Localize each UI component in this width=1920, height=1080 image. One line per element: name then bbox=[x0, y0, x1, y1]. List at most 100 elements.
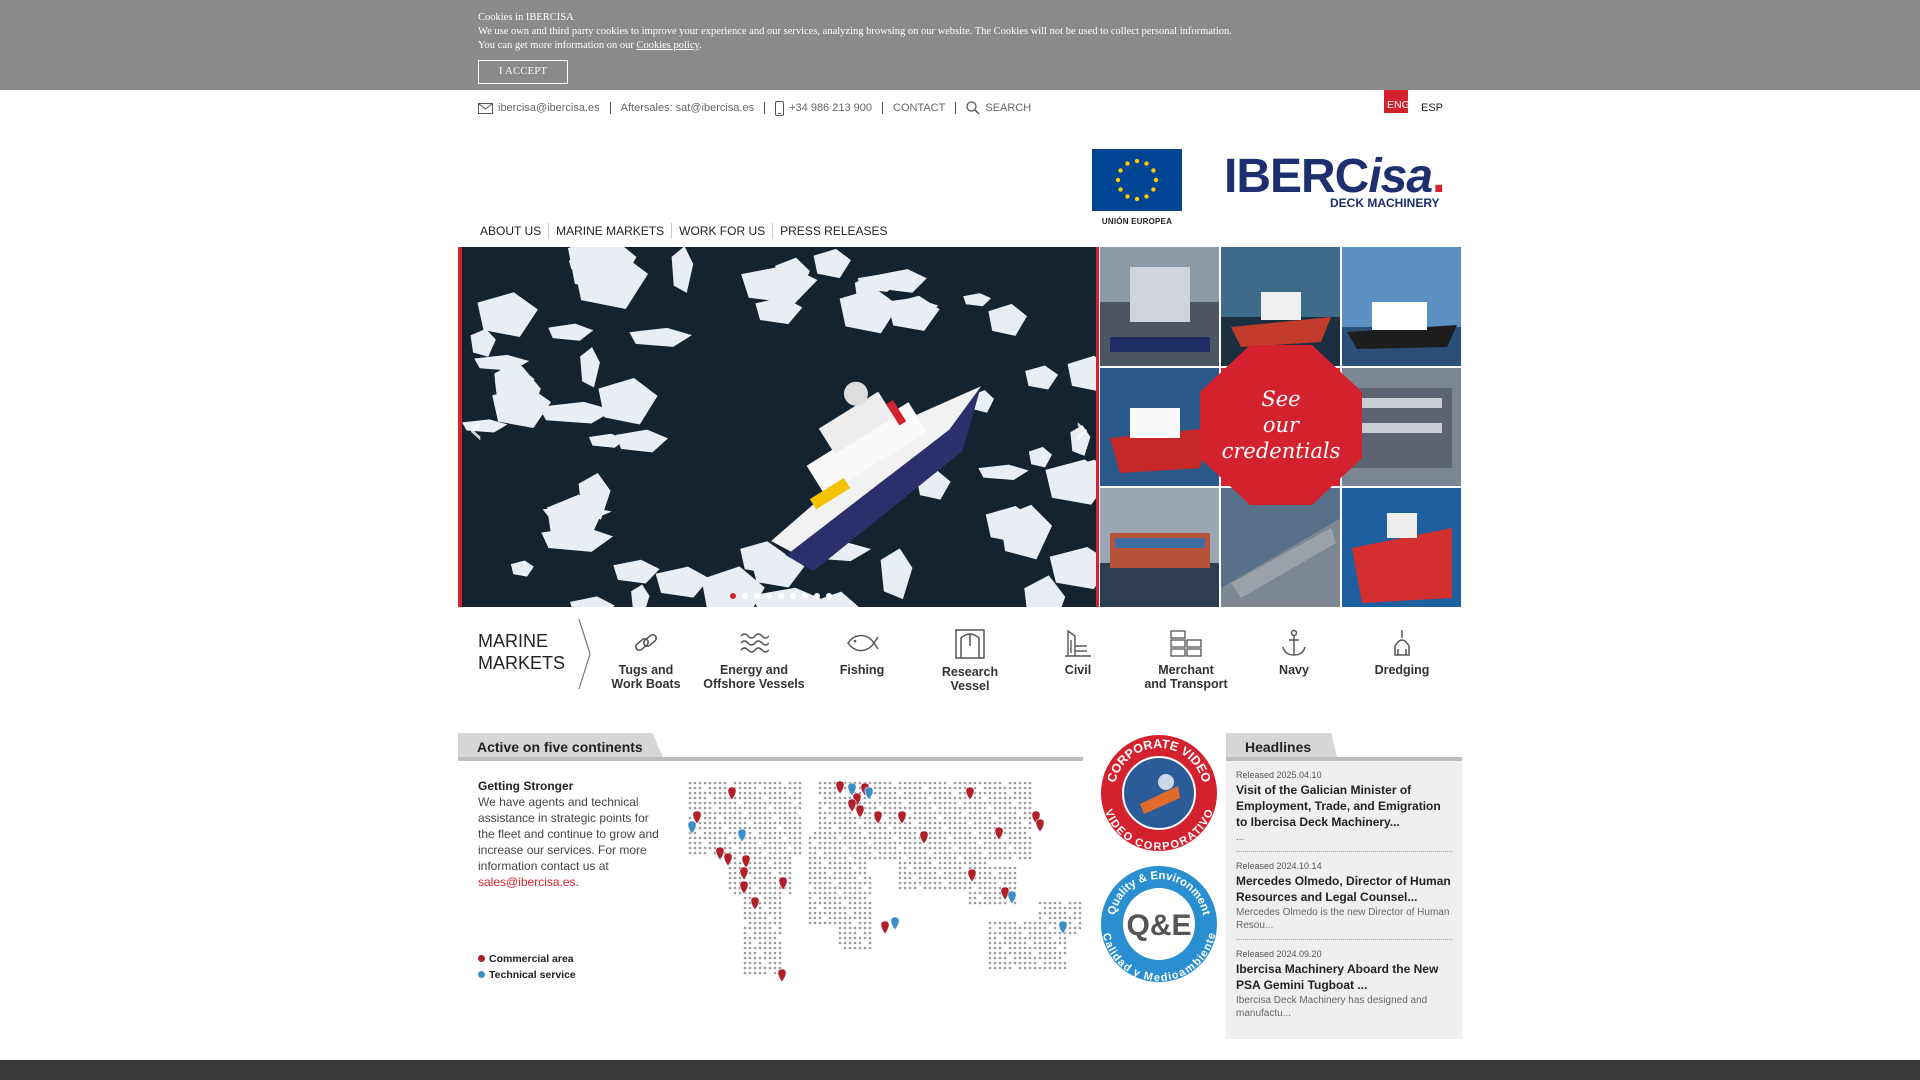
slider-dot[interactable] bbox=[802, 593, 808, 599]
news-title[interactable]: Visit of the Galician Minister of Employ… bbox=[1236, 782, 1452, 830]
market-tugs[interactable]: Tugs and Work Boats bbox=[592, 628, 700, 691]
commercial-dot-icon bbox=[478, 955, 485, 962]
divider bbox=[609, 102, 611, 114]
hero-slider[interactable]: ‹ › bbox=[458, 247, 1099, 607]
news-title[interactable]: Mercedes Olmedo, Director of Human Resou… bbox=[1236, 873, 1452, 905]
commercial-pin-icon[interactable] bbox=[965, 786, 975, 801]
hero-image-icebreaker bbox=[462, 247, 1096, 607]
commercial-pin-icon[interactable] bbox=[967, 868, 977, 883]
news-title[interactable]: Ibercisa Machinery Aboard the New PSA Ge… bbox=[1236, 961, 1452, 993]
market-fishing[interactable]: Fishing bbox=[808, 628, 916, 677]
news-excerpt: Mercedes Olmedo is the new Director of H… bbox=[1236, 907, 1450, 931]
commercial-pin-icon[interactable] bbox=[835, 780, 845, 795]
corporate-video-badge[interactable]: CORPORATE VIDEO VIDEO CORPORATIVO bbox=[1100, 734, 1218, 853]
eu-stars-icon bbox=[1115, 158, 1159, 202]
credential-tile[interactable] bbox=[1221, 488, 1340, 607]
slider-dot[interactable] bbox=[754, 593, 760, 599]
commercial-pin-icon[interactable] bbox=[919, 830, 929, 845]
nav-press-releases[interactable]: PRESS RELEASES bbox=[772, 223, 894, 239]
technical-pin-icon[interactable] bbox=[737, 828, 747, 843]
nav-about-us[interactable]: ABOUT US bbox=[480, 223, 548, 239]
commercial-pin-icon[interactable] bbox=[715, 846, 725, 861]
slider-dot[interactable] bbox=[766, 593, 772, 599]
email-link[interactable]: ibercisa@ibercisa.es bbox=[498, 102, 600, 114]
commercial-pin-icon[interactable] bbox=[741, 854, 751, 869]
contact-link[interactable]: CONTACT bbox=[893, 102, 945, 114]
qe-mark: Q&E bbox=[1126, 909, 1191, 942]
cookies-policy-link[interactable]: Cookies policy bbox=[636, 40, 699, 51]
commercial-pin-icon[interactable] bbox=[723, 852, 733, 867]
slider-dot[interactable] bbox=[730, 593, 736, 599]
news-excerpt: Ibercisa Deck Machinery has designed and… bbox=[1236, 995, 1428, 1019]
cookie-title: Cookies in IBERCISA bbox=[478, 12, 574, 23]
phone-link[interactable]: +34 986 213 900 bbox=[789, 102, 872, 114]
aftersales-link[interactable]: Aftersales: sat@ibercisa.es bbox=[621, 102, 754, 114]
search-link[interactable]: SEARCH bbox=[985, 102, 1031, 114]
marine-markets-bar: MARINE MARKETS Tugs and Work Boats Energy … bbox=[478, 618, 1462, 698]
dredge-icon bbox=[1394, 630, 1410, 656]
eu-flag bbox=[1092, 149, 1182, 211]
news-date: Released 2025.04.10 bbox=[1236, 770, 1322, 780]
slider-dot[interactable] bbox=[778, 593, 784, 599]
search-icon[interactable] bbox=[966, 101, 980, 115]
ibercisa-logo[interactable]: IBERCisa. DECK MACHINERY bbox=[1224, 152, 1456, 212]
market-energy-offshore[interactable]: Energy and Offshore Vessels bbox=[700, 628, 808, 691]
language-switcher: ENG ESP bbox=[1384, 90, 1443, 114]
commercial-pin-icon[interactable] bbox=[855, 804, 865, 819]
news-item[interactable]: Released 2024.09.20 Ibercisa Machinery A… bbox=[1236, 940, 1452, 1027]
commercial-pin-icon[interactable] bbox=[739, 880, 749, 895]
commercial-pin-icon[interactable] bbox=[777, 968, 787, 983]
quality-environment-icon: Q&E Quality & Environment Calidad y Medi… bbox=[1100, 866, 1218, 984]
commercial-pin-icon[interactable] bbox=[847, 798, 857, 813]
technical-pin-icon[interactable] bbox=[890, 916, 900, 931]
fish-icon bbox=[847, 634, 879, 652]
legend-technical: Technical service bbox=[489, 969, 576, 981]
market-navy[interactable]: Navy bbox=[1240, 628, 1348, 677]
news-item[interactable]: Released 2025.04.10 Visit of the Galicia… bbox=[1236, 761, 1452, 852]
top-links-bar: ibercisa@ibercisa.es Aftersales: sat@ibe… bbox=[478, 100, 1031, 116]
slider-dots bbox=[730, 593, 832, 599]
news-date: Released 2024.09.20 bbox=[1236, 949, 1322, 959]
mobile-phone-icon bbox=[775, 100, 785, 116]
technical-dot-icon bbox=[478, 971, 485, 978]
main-nav: ABOUT US MARINE MARKETS WORK FOR US PRES… bbox=[480, 223, 895, 239]
continents-panel: Active on five continents Getting Strong… bbox=[458, 733, 1083, 998]
quality-environment-badge[interactable]: Q&E Quality & Environment Calidad y Medi… bbox=[1100, 865, 1218, 984]
lang-eng[interactable]: ENG bbox=[1384, 90, 1410, 113]
market-civil[interactable]: Civil bbox=[1024, 628, 1132, 677]
market-research-vessel[interactable]: Research Vessel bbox=[916, 628, 1024, 693]
see-our-credentials-button[interactable]: See our credentials bbox=[1200, 345, 1362, 505]
chain-icon bbox=[635, 633, 657, 652]
market-dredging[interactable]: Dredging bbox=[1348, 628, 1456, 677]
lang-esp[interactable]: ESP bbox=[1408, 90, 1443, 114]
hero-next-arrow[interactable]: › bbox=[1074, 407, 1090, 453]
envelope-icon bbox=[478, 102, 493, 114]
continents-heading: Getting Stronger bbox=[478, 779, 574, 793]
world-map[interactable] bbox=[670, 773, 1090, 988]
commercial-pin-icon[interactable] bbox=[1035, 818, 1045, 833]
eu-caption: UNIÓN EUROPEA bbox=[1101, 217, 1173, 226]
commercial-pin-icon[interactable] bbox=[880, 920, 890, 935]
chevron-divider-icon bbox=[578, 618, 591, 690]
nav-work-for-us[interactable]: WORK FOR US bbox=[671, 223, 772, 239]
slider-dot[interactable] bbox=[742, 593, 748, 599]
news-item[interactable]: Released 2024.10.14 Mercedes Olmedo, Dir… bbox=[1236, 852, 1452, 940]
containers-icon bbox=[1170, 630, 1202, 657]
slider-dot[interactable] bbox=[826, 593, 832, 599]
accept-cookies-button[interactable]: I ACCEPT bbox=[478, 60, 569, 84]
credential-tile[interactable] bbox=[1342, 488, 1461, 607]
continents-text: Getting Stronger We have agents and tech… bbox=[478, 779, 659, 889]
marine-markets-title: MARINE MARKETS bbox=[478, 631, 566, 673]
sales-email-link[interactable]: sales@ibercisa.es bbox=[478, 875, 576, 889]
nav-marine-markets[interactable]: MARINE MARKETS bbox=[548, 223, 671, 239]
credentials-text-3: credentials bbox=[1221, 439, 1341, 463]
logo-subtitle: DECK MACHINERY bbox=[1330, 196, 1440, 210]
divider bbox=[764, 102, 766, 114]
slider-dot[interactable] bbox=[814, 593, 820, 599]
credential-tile[interactable] bbox=[1100, 488, 1219, 607]
hero-prev-arrow[interactable]: ‹ bbox=[468, 407, 484, 453]
commercial-pin-icon[interactable] bbox=[750, 896, 760, 911]
slider-dot[interactable] bbox=[790, 593, 796, 599]
cookie-text: We use own and third party cookies to im… bbox=[478, 26, 1232, 37]
market-merchant-transport[interactable]: Merchant and Transport bbox=[1132, 628, 1240, 691]
